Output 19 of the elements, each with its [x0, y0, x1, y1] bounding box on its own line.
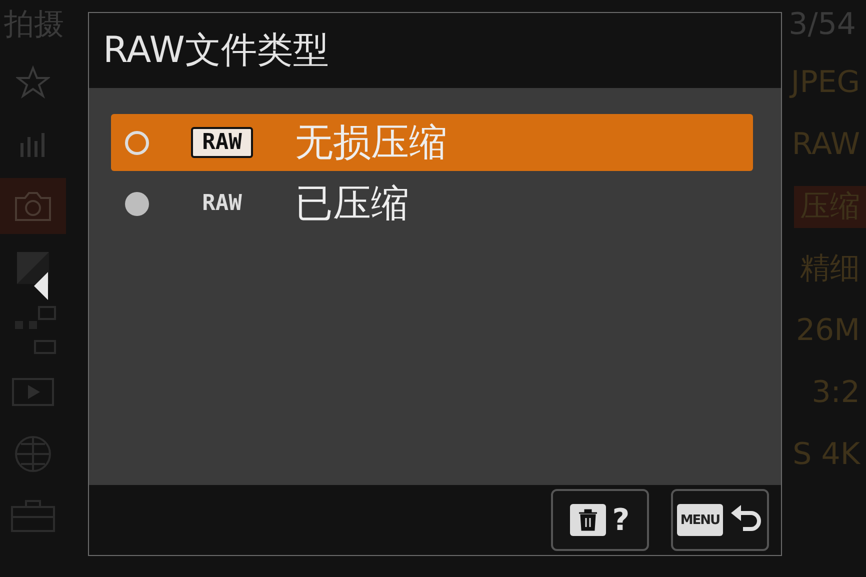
star-icon	[16, 65, 50, 99]
option-label: 已压缩	[295, 180, 409, 227]
radio-button[interactable]	[125, 192, 149, 216]
option-label: 无损压缩	[295, 119, 447, 166]
camera-icon	[13, 189, 53, 223]
raw-label: RAW	[201, 191, 243, 216]
option-row[interactable]: RAW 已压缩	[111, 175, 753, 232]
globe-icon	[13, 434, 53, 474]
playback-icon	[11, 377, 55, 407]
option-row[interactable]: RAW 无损压缩	[111, 114, 753, 171]
raw-badge: RAW	[191, 127, 253, 158]
toolbox-icon	[10, 499, 56, 533]
back-button[interactable]: MENU	[671, 489, 769, 551]
trash-key-icon	[570, 504, 606, 536]
exposure-icon	[15, 250, 51, 286]
help-button[interactable]: ?	[551, 489, 649, 551]
radio-button[interactable]	[125, 130, 149, 154]
dialog-title: RAW文件类型	[103, 29, 329, 73]
left-arrow-icon[interactable]	[34, 272, 48, 300]
